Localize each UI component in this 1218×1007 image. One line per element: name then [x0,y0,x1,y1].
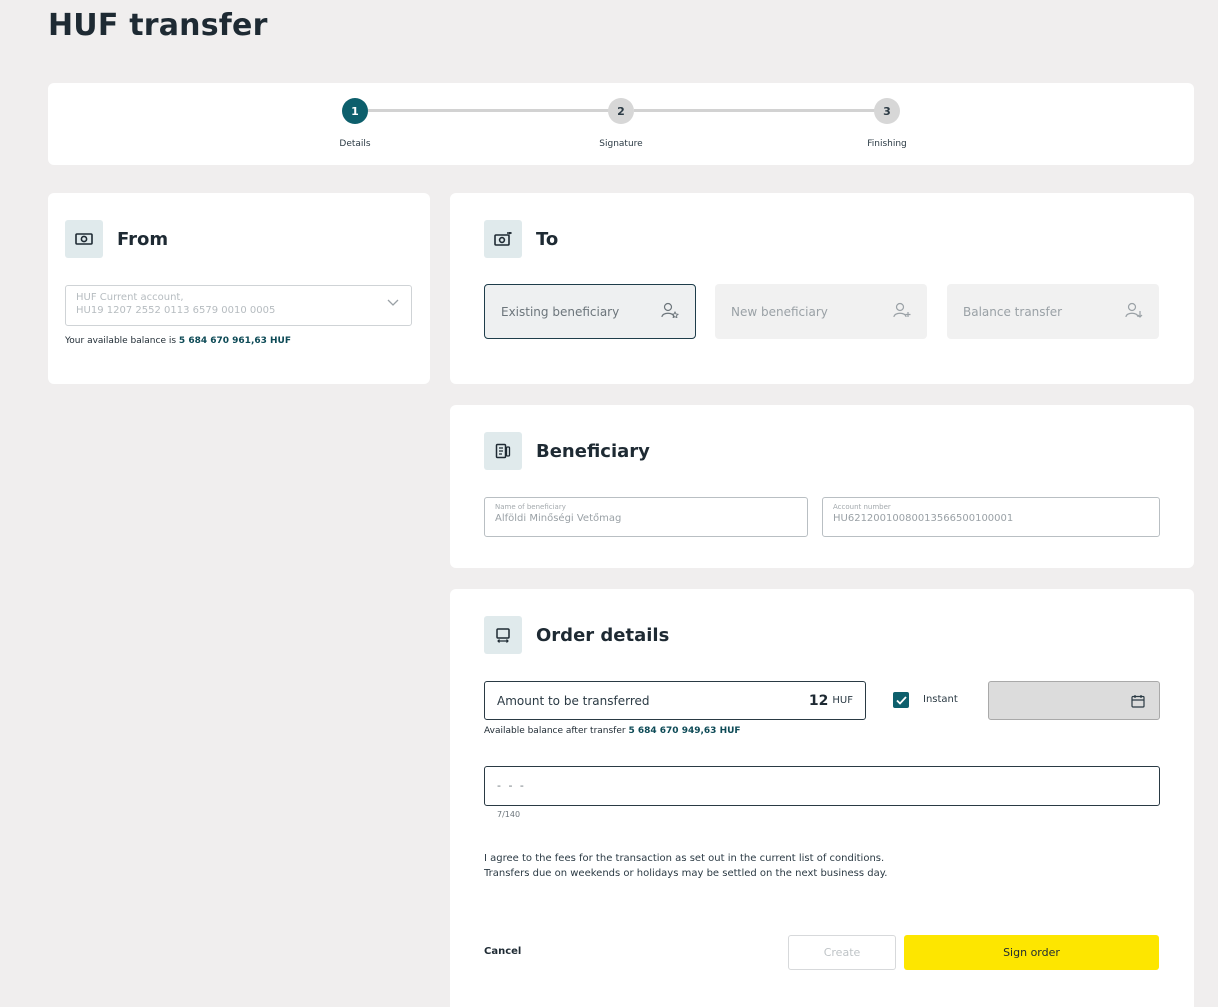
character-counter: 7/140 [497,810,521,819]
balance-value: 5 684 670 961,63 HUF [178,336,292,346]
terms-line: I agree to the fees for the transaction … [484,853,885,864]
option-label: Balance transfer [963,304,1063,319]
from-card: From HUF Current account, HU19 1207 2552… [48,193,430,384]
terms-line: Transfers due on weekends or holidays ma… [484,868,888,879]
step-2-indicator: 2 [608,98,634,124]
sign-order-button[interactable]: Sign order [904,935,1159,970]
money-icon [65,220,103,258]
to-title: To [536,229,559,250]
user-star-icon [661,302,679,321]
option-label: Existing beneficiary [501,304,620,319]
field-value: Alföldi Minőségi Vetőmag [495,513,622,524]
document-icon [484,432,522,470]
money-transfer-icon [484,220,522,258]
new-beneficiary-option[interactable]: New beneficiary [715,284,927,339]
option-label: New beneficiary [731,304,828,319]
after-balance-value: 5 684 670 949,63 HUF [628,726,741,736]
chevron-down-icon [387,298,399,311]
existing-beneficiary-option[interactable]: Existing beneficiary [484,284,696,339]
cancel-link[interactable]: Cancel [484,946,521,957]
account-iban: HU19 1207 2552 0113 6579 0010 0005 [76,305,276,316]
order-details-card: Order details Amount to be transferred 1… [450,589,1194,1007]
step-connector [634,109,887,112]
progress-stepper: 1 2 3 Details Signature Finishing [48,83,1194,165]
beneficiary-name-field[interactable]: Name of beneficiary Alföldi Minőségi Vet… [484,497,808,537]
field-value: HU62120010080013566500100001 [833,513,1014,524]
step-3-indicator: 3 [874,98,900,124]
comment-input[interactable]: - - - [484,766,1160,806]
step-2-label: Signature [599,139,643,149]
user-plus-icon [893,302,911,321]
amount-currency: HUF [832,695,853,706]
field-label: Name of beneficiary [495,503,566,511]
field-label: Account number [833,503,891,511]
amount-label: Amount to be transferred [497,693,650,708]
instant-label: Instant [923,694,958,705]
available-balance: Your available balance is 5 684 670 961,… [65,336,291,346]
step-1-label: Details [339,139,371,149]
beneficiary-card: Beneficiary Name of beneficiary Alföldi … [450,405,1194,568]
transfer-icon [484,616,522,654]
step-1-indicator: 1 [342,98,368,124]
check-icon [895,695,907,705]
source-account-select[interactable]: HUF Current account, HU19 1207 2552 0113… [65,285,412,326]
terms-text: I agree to the fees for the transaction … [484,851,887,881]
balance-after-transfer: Available balance after transfer 5 684 6… [484,726,741,736]
user-arrow-icon [1125,302,1143,321]
account-number-field[interactable]: Account number HU62120010080013566500100… [822,497,1160,537]
step-connector [368,109,621,112]
from-title: From [117,229,169,250]
amount-value: 12 [808,692,829,709]
step-3-label: Finishing [867,139,907,149]
instant-checkbox[interactable] [893,692,909,708]
beneficiary-title: Beneficiary [536,441,650,462]
amount-input[interactable]: Amount to be transferred 12 HUF [484,681,866,720]
balance-transfer-option[interactable]: Balance transfer [947,284,1159,339]
to-card: To Existing beneficiary New beneficiary … [450,193,1194,384]
page-title: HUF transfer [48,8,268,43]
create-button[interactable]: Create [788,935,896,970]
calendar-icon[interactable] [1131,693,1145,712]
account-name: HUF Current account, [76,292,184,303]
order-details-title: Order details [536,625,670,646]
execution-date-field[interactable] [988,681,1160,720]
balance-prefix: Your available balance is [65,336,177,346]
after-balance-prefix: Available balance after transfer [484,726,626,736]
